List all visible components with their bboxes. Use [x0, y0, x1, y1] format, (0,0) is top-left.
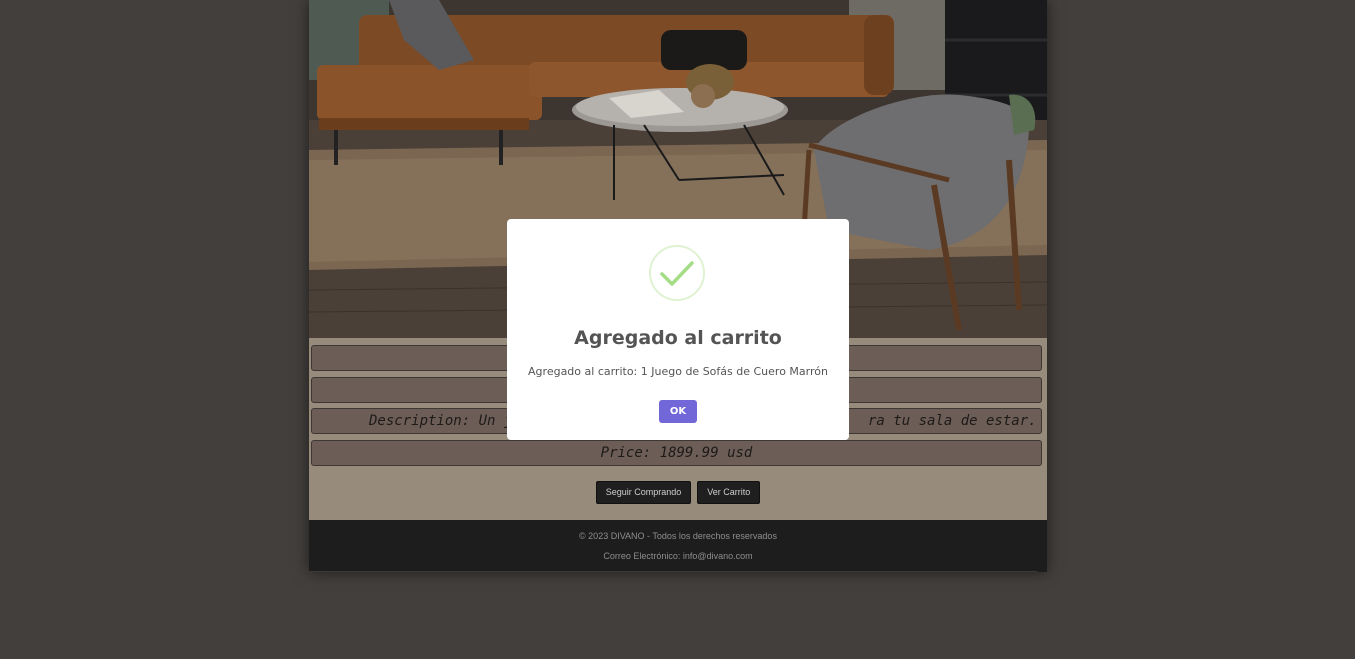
added-to-cart-dialog: Agregado al carrito Agregado al carrito:…: [507, 219, 849, 440]
footer-copyright: © 2023 DIVANO - Todos los derechos reser…: [579, 531, 777, 541]
check-icon: [649, 245, 705, 301]
ok-button[interactable]: OK: [659, 400, 697, 423]
site-footer: © 2023 DIVANO - Todos los derechos reser…: [309, 520, 1047, 572]
product-price-box: Price: 1899.99 usd: [311, 440, 1042, 466]
dialog-message: Agregado al carrito: 1 Juego de Sofás de…: [528, 365, 828, 378]
dialog-title: Agregado al carrito: [574, 327, 782, 349]
product-actions: Seguir Comprando Ver Carrito: [309, 481, 1047, 504]
description-text-right: ra tu sala de estar.: [868, 413, 1037, 429]
footer-divider: [309, 571, 1037, 572]
continue-shopping-button[interactable]: Seguir Comprando: [595, 481, 692, 504]
view-cart-button[interactable]: Ver Carrito: [697, 481, 761, 504]
footer-email[interactable]: Correo Electrónico: info@divano.com: [309, 551, 1047, 561]
